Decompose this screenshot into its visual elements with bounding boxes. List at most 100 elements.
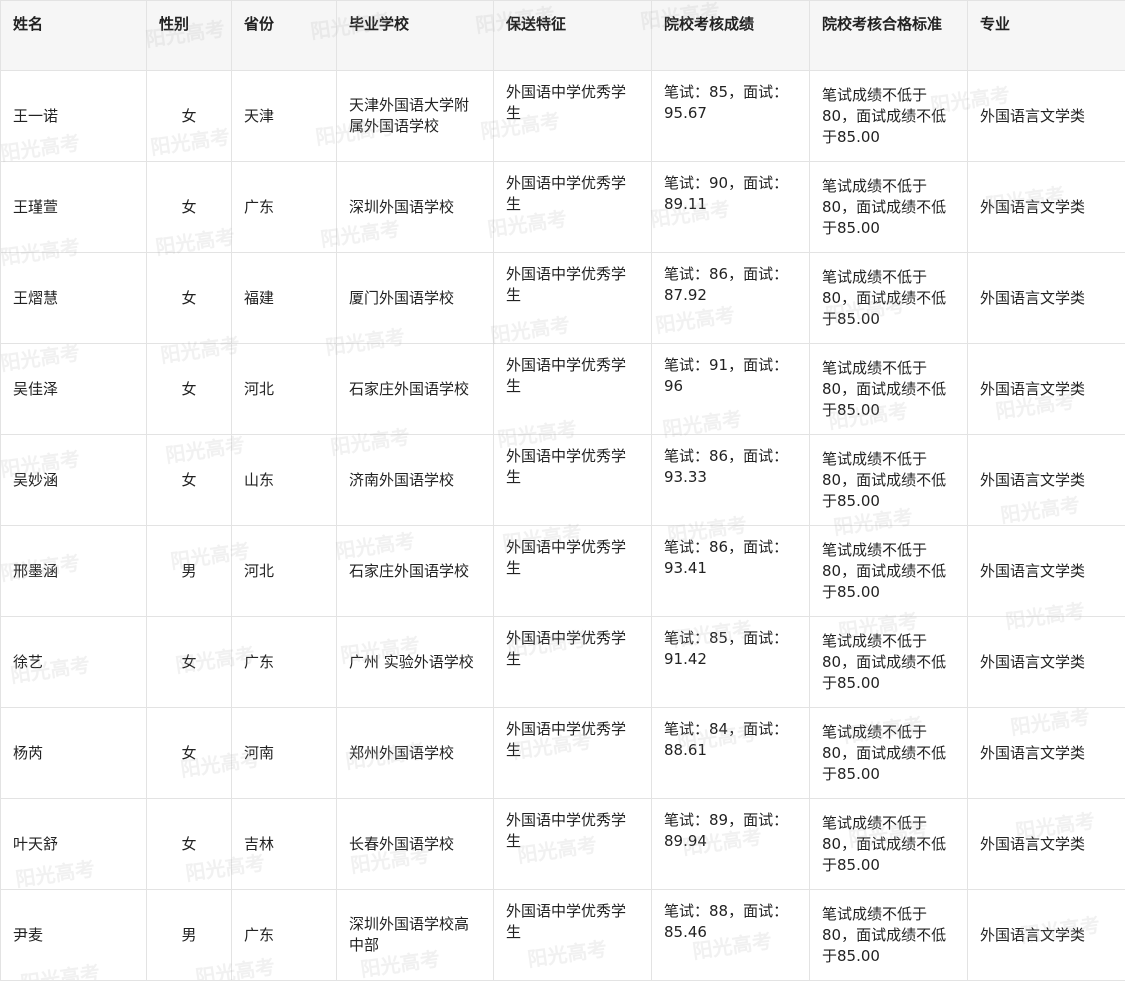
cell-school: 广州 实验外语学校 — [337, 617, 494, 708]
cell-province: 河北 — [232, 526, 337, 617]
table-row: 吴佳泽女河北石家庄外国语学校外国语中学优秀学生笔试：91，面试：96笔试成绩不低… — [1, 344, 1125, 435]
cell-school: 厦门外国语学校 — [337, 253, 494, 344]
cell-score: 笔试：86，面试：93.33 — [652, 435, 810, 526]
header-school: 毕业学校 — [337, 1, 494, 71]
cell-major: 外国语言文学类 — [968, 344, 1125, 435]
cell-score: 笔试：89，面试：89.94 — [652, 799, 810, 890]
cell-school: 郑州外国语学校 — [337, 708, 494, 799]
cell-name: 徐艺 — [1, 617, 147, 708]
cell-province: 广东 — [232, 617, 337, 708]
cell-score: 笔试：86，面试：87.92 — [652, 253, 810, 344]
cell-name: 王瑾萱 — [1, 162, 147, 253]
cell-province: 河南 — [232, 708, 337, 799]
admission-table: 姓名 性别 省份 毕业学校 保送特征 院校考核成绩 院校考核合格标准 专业 王一… — [0, 0, 1125, 981]
cell-score: 笔试：85，面试：95.67 — [652, 71, 810, 162]
cell-name: 叶天舒 — [1, 799, 147, 890]
cell-feature: 外国语中学优秀学生 — [494, 435, 652, 526]
cell-province: 广东 — [232, 162, 337, 253]
cell-province: 河北 — [232, 344, 337, 435]
table-row: 王一诺女天津天津外国语大学附属外国语学校外国语中学优秀学生笔试：85，面试：95… — [1, 71, 1125, 162]
cell-name: 尹麦 — [1, 890, 147, 981]
cell-feature: 外国语中学优秀学生 — [494, 162, 652, 253]
cell-gender: 男 — [147, 890, 232, 981]
header-province: 省份 — [232, 1, 337, 71]
header-standard: 院校考核合格标准 — [810, 1, 968, 71]
cell-standard: 笔试成绩不低于80，面试成绩不低于85.00 — [810, 617, 968, 708]
cell-score: 笔试：88，面试：85.46 — [652, 890, 810, 981]
cell-gender: 女 — [147, 708, 232, 799]
cell-name: 杨芮 — [1, 708, 147, 799]
table-header-row: 姓名 性别 省份 毕业学校 保送特征 院校考核成绩 院校考核合格标准 专业 — [1, 1, 1125, 71]
table-row: 邢墨涵男河北石家庄外国语学校外国语中学优秀学生笔试：86，面试：93.41笔试成… — [1, 526, 1125, 617]
cell-major: 外国语言文学类 — [968, 799, 1125, 890]
cell-gender: 女 — [147, 162, 232, 253]
cell-province: 吉林 — [232, 799, 337, 890]
cell-major: 外国语言文学类 — [968, 435, 1125, 526]
cell-major: 外国语言文学类 — [968, 708, 1125, 799]
cell-score: 笔试：90，面试：89.11 — [652, 162, 810, 253]
cell-province: 广东 — [232, 890, 337, 981]
cell-feature: 外国语中学优秀学生 — [494, 71, 652, 162]
header-feature: 保送特征 — [494, 1, 652, 71]
table-row: 杨芮女河南郑州外国语学校外国语中学优秀学生笔试：84，面试：88.61笔试成绩不… — [1, 708, 1125, 799]
cell-gender: 女 — [147, 71, 232, 162]
header-name: 姓名 — [1, 1, 147, 71]
cell-name: 吴佳泽 — [1, 344, 147, 435]
cell-gender: 女 — [147, 435, 232, 526]
cell-feature: 外国语中学优秀学生 — [494, 708, 652, 799]
cell-standard: 笔试成绩不低于80，面试成绩不低于85.00 — [810, 708, 968, 799]
cell-province: 天津 — [232, 71, 337, 162]
table-row: 徐艺女广东广州 实验外语学校外国语中学优秀学生笔试：85，面试：91.42笔试成… — [1, 617, 1125, 708]
cell-standard: 笔试成绩不低于80，面试成绩不低于85.00 — [810, 435, 968, 526]
cell-major: 外国语言文学类 — [968, 617, 1125, 708]
cell-standard: 笔试成绩不低于80，面试成绩不低于85.00 — [810, 253, 968, 344]
cell-score: 笔试：91，面试：96 — [652, 344, 810, 435]
cell-school: 深圳外国语学校高中部 — [337, 890, 494, 981]
cell-gender: 女 — [147, 799, 232, 890]
cell-name: 王一诺 — [1, 71, 147, 162]
cell-score: 笔试：86，面试：93.41 — [652, 526, 810, 617]
cell-gender: 女 — [147, 253, 232, 344]
cell-feature: 外国语中学优秀学生 — [494, 799, 652, 890]
cell-feature: 外国语中学优秀学生 — [494, 253, 652, 344]
cell-standard: 笔试成绩不低于80，面试成绩不低于85.00 — [810, 344, 968, 435]
header-score: 院校考核成绩 — [652, 1, 810, 71]
cell-standard: 笔试成绩不低于80，面试成绩不低于85.00 — [810, 526, 968, 617]
cell-feature: 外国语中学优秀学生 — [494, 526, 652, 617]
cell-province: 福建 — [232, 253, 337, 344]
cell-feature: 外国语中学优秀学生 — [494, 617, 652, 708]
table-row: 王熠慧女福建厦门外国语学校外国语中学优秀学生笔试：86，面试：87.92笔试成绩… — [1, 253, 1125, 344]
cell-score: 笔试：85，面试：91.42 — [652, 617, 810, 708]
cell-school: 石家庄外国语学校 — [337, 344, 494, 435]
cell-school: 长春外国语学校 — [337, 799, 494, 890]
cell-major: 外国语言文学类 — [968, 162, 1125, 253]
cell-standard: 笔试成绩不低于80，面试成绩不低于85.00 — [810, 71, 968, 162]
cell-major: 外国语言文学类 — [968, 890, 1125, 981]
cell-score: 笔试：84，面试：88.61 — [652, 708, 810, 799]
cell-school: 天津外国语大学附属外国语学校 — [337, 71, 494, 162]
cell-major: 外国语言文学类 — [968, 526, 1125, 617]
cell-gender: 女 — [147, 344, 232, 435]
table-row: 尹麦男广东深圳外国语学校高中部外国语中学优秀学生笔试：88，面试：85.46笔试… — [1, 890, 1125, 981]
cell-gender: 男 — [147, 526, 232, 617]
cell-province: 山东 — [232, 435, 337, 526]
cell-name: 邢墨涵 — [1, 526, 147, 617]
cell-major: 外国语言文学类 — [968, 253, 1125, 344]
cell-name: 王熠慧 — [1, 253, 147, 344]
header-gender: 性别 — [147, 1, 232, 71]
cell-standard: 笔试成绩不低于80，面试成绩不低于85.00 — [810, 890, 968, 981]
cell-major: 外国语言文学类 — [968, 71, 1125, 162]
cell-standard: 笔试成绩不低于80，面试成绩不低于85.00 — [810, 162, 968, 253]
table-row: 吴妙涵女山东济南外国语学校外国语中学优秀学生笔试：86，面试：93.33笔试成绩… — [1, 435, 1125, 526]
cell-standard: 笔试成绩不低于80，面试成绩不低于85.00 — [810, 799, 968, 890]
table-row: 王瑾萱女广东深圳外国语学校外国语中学优秀学生笔试：90，面试：89.11笔试成绩… — [1, 162, 1125, 253]
table-row: 叶天舒女吉林长春外国语学校外国语中学优秀学生笔试：89，面试：89.94笔试成绩… — [1, 799, 1125, 890]
cell-feature: 外国语中学优秀学生 — [494, 344, 652, 435]
cell-school: 济南外国语学校 — [337, 435, 494, 526]
cell-school: 深圳外国语学校 — [337, 162, 494, 253]
header-major: 专业 — [968, 1, 1125, 71]
cell-feature: 外国语中学优秀学生 — [494, 890, 652, 981]
cell-school: 石家庄外国语学校 — [337, 526, 494, 617]
cell-gender: 女 — [147, 617, 232, 708]
cell-name: 吴妙涵 — [1, 435, 147, 526]
